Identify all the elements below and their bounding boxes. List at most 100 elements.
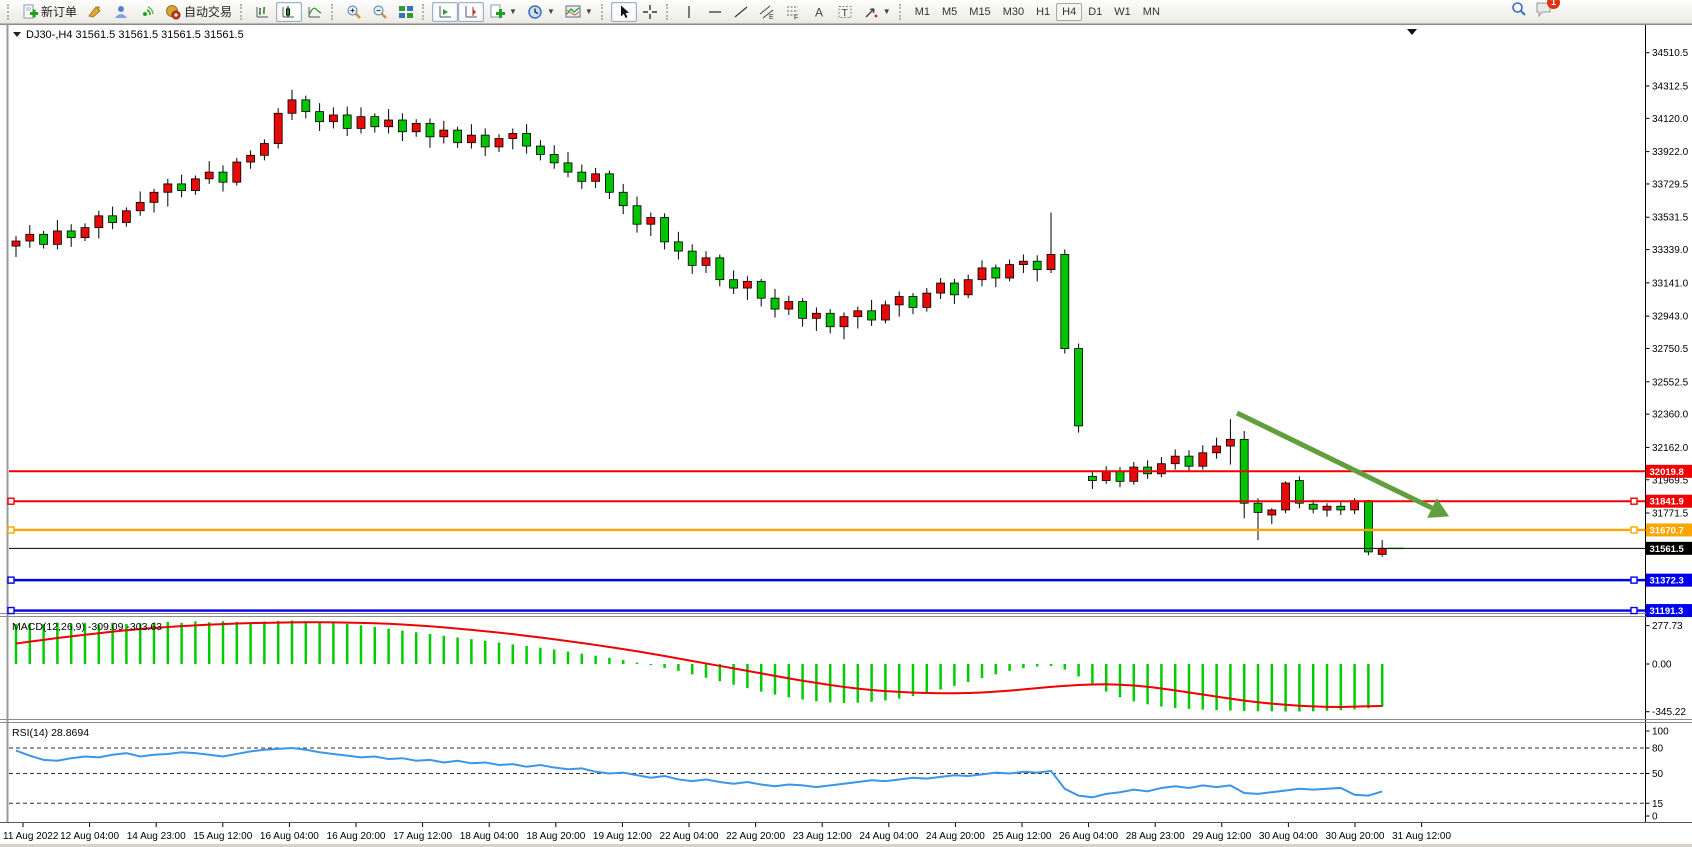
new-order-button[interactable]: 新订单 [17, 2, 82, 22]
signal-icon [139, 4, 155, 20]
broom-icon [87, 4, 103, 20]
dropdown-caret-icon: ▼ [883, 7, 891, 16]
price-axis[interactable]: 34510.534312.534120.033922.033729.533531… [1646, 48, 1689, 519]
profiles-button[interactable] [108, 2, 134, 22]
svg-text:15 Aug 12:00: 15 Aug 12:00 [193, 831, 252, 842]
svg-text:34312.5: 34312.5 [1652, 81, 1689, 92]
text-label-icon: T [837, 4, 853, 20]
tab-timeframe-m1[interactable]: M1 [909, 3, 936, 21]
tab-timeframe-mn[interactable]: MN [1137, 3, 1166, 21]
horizontal-line-button[interactable] [702, 2, 728, 22]
signal-button[interactable] [134, 2, 160, 22]
svg-text:32943.0: 32943.0 [1652, 312, 1689, 323]
channel-icon: E [759, 4, 775, 20]
tab-timeframe-h4[interactable]: H4 [1056, 3, 1082, 21]
svg-text:16 Aug 20:00: 16 Aug 20:00 [327, 831, 386, 842]
text-icon: A [811, 4, 827, 20]
zoom-out-button[interactable] [367, 2, 393, 22]
indicators-icon [489, 4, 505, 20]
svg-text:31771.5: 31771.5 [1652, 509, 1689, 520]
svg-text:19 Aug 12:00: 19 Aug 12:00 [593, 831, 652, 842]
rsi-label: RSI(14) 28.8694 [12, 727, 89, 739]
svg-text:32019.8: 32019.8 [1650, 467, 1684, 478]
search-icon[interactable] [1510, 0, 1528, 23]
svg-text:18 Aug 04:00: 18 Aug 04:00 [460, 831, 519, 842]
profile-icon [113, 4, 129, 20]
horizontal-line-icon [707, 4, 723, 20]
chart-canvas[interactable]: 34510.534312.534120.033922.033729.533531… [0, 24, 1692, 847]
fibonacci-icon: F [785, 4, 801, 20]
auto-trading-icon [165, 4, 181, 20]
svg-text:31191.3: 31191.3 [1650, 606, 1684, 617]
auto-trading-button[interactable]: 自动交易 [160, 2, 237, 22]
toolbar-grip [601, 4, 608, 20]
indicators-button[interactable]: ▼ [484, 2, 522, 22]
tab-timeframe-m15[interactable]: M15 [963, 3, 996, 21]
line-chart-button[interactable] [302, 2, 328, 22]
svg-text:12 Aug 04:00: 12 Aug 04:00 [60, 831, 119, 842]
svg-text:15: 15 [1652, 799, 1664, 810]
svg-text:11 Aug 2022: 11 Aug 2022 [3, 831, 59, 842]
svg-text:22 Aug 20:00: 22 Aug 20:00 [726, 831, 785, 842]
svg-text:23 Aug 12:00: 23 Aug 12:00 [793, 831, 852, 842]
bar-chart-button[interactable] [250, 2, 276, 22]
svg-text:30 Aug 04:00: 30 Aug 04:00 [1259, 831, 1318, 842]
zoom-in-icon [346, 4, 362, 20]
dropdown-caret-icon: ▼ [585, 7, 593, 16]
vertical-line-button[interactable] [676, 2, 702, 22]
equidistant-channel-button[interactable]: E [754, 2, 780, 22]
mt4-window: 新订单 自动交易 ▼ ▼ ▼ E F A T ▼ [0, 0, 1692, 847]
svg-text:17 Aug 12:00: 17 Aug 12:00 [393, 831, 452, 842]
tab-timeframe-h1[interactable]: H1 [1030, 3, 1056, 21]
svg-text:24 Aug 04:00: 24 Aug 04:00 [859, 831, 918, 842]
candlestick-chart-button[interactable] [276, 2, 302, 22]
svg-text:34120.0: 34120.0 [1652, 114, 1689, 125]
fibonacci-button[interactable]: F [780, 2, 806, 22]
svg-text:-345.22: -345.22 [1652, 707, 1686, 718]
line-chart-icon [307, 4, 323, 20]
svg-text:32750.5: 32750.5 [1652, 344, 1689, 355]
new-order-icon [22, 4, 38, 20]
tab-timeframe-m30[interactable]: M30 [997, 3, 1030, 21]
svg-text:25 Aug 12:00: 25 Aug 12:00 [993, 831, 1052, 842]
crosshair-button[interactable] [637, 2, 663, 22]
svg-text:32162.0: 32162.0 [1652, 443, 1689, 454]
tab-timeframe-m5[interactable]: M5 [936, 3, 963, 21]
svg-text:22 Aug 04:00: 22 Aug 04:00 [660, 831, 719, 842]
toolbar-grip [422, 4, 429, 20]
templates-button[interactable]: ▼ [560, 2, 598, 22]
svg-text:T: T [841, 7, 848, 19]
svg-text:32552.5: 32552.5 [1652, 377, 1689, 388]
svg-text:33339.0: 33339.0 [1652, 245, 1689, 256]
macd-label: MACD(12,26,9) -309.09 -303.63 [12, 621, 162, 633]
tab-timeframe-d1[interactable]: D1 [1082, 3, 1108, 21]
auto-scroll-icon [437, 4, 453, 20]
svg-text:33922.0: 33922.0 [1652, 147, 1689, 158]
svg-text:31841.9: 31841.9 [1650, 497, 1684, 508]
broom-icon-button[interactable] [82, 2, 108, 22]
svg-text:277.73: 277.73 [1652, 621, 1683, 632]
chart-window: 34510.534312.534120.033922.033729.533531… [0, 24, 1692, 847]
toolbar-grip [899, 4, 906, 20]
svg-text:100: 100 [1652, 727, 1669, 738]
vertical-line-icon [681, 4, 697, 20]
toolbar-grip [7, 4, 14, 20]
arrows-button[interactable]: ▼ [858, 2, 896, 22]
svg-text:24 Aug 20:00: 24 Aug 20:00 [926, 831, 985, 842]
notifications-button[interactable]: 1 [1534, 0, 1554, 23]
tile-windows-button[interactable] [393, 2, 419, 22]
text-label-button[interactable]: T [832, 2, 858, 22]
zoom-in-button[interactable] [341, 2, 367, 22]
periods-button[interactable]: ▼ [522, 2, 560, 22]
trendline-button[interactable] [728, 2, 754, 22]
dropdown-caret-icon: ▼ [547, 7, 555, 16]
auto-scroll-button[interactable] [432, 2, 458, 22]
chart-shift-button[interactable] [458, 2, 484, 22]
svg-text:29 Aug 12:00: 29 Aug 12:00 [1192, 831, 1251, 842]
tab-timeframe-w1[interactable]: W1 [1108, 3, 1137, 21]
text-button[interactable]: A [806, 2, 832, 22]
cursor-button[interactable] [611, 2, 637, 22]
toolbar: 新订单 自动交易 ▼ ▼ ▼ E F A T ▼ [0, 0, 1692, 24]
trendline-icon [733, 4, 749, 20]
svg-text:E: E [769, 14, 774, 20]
